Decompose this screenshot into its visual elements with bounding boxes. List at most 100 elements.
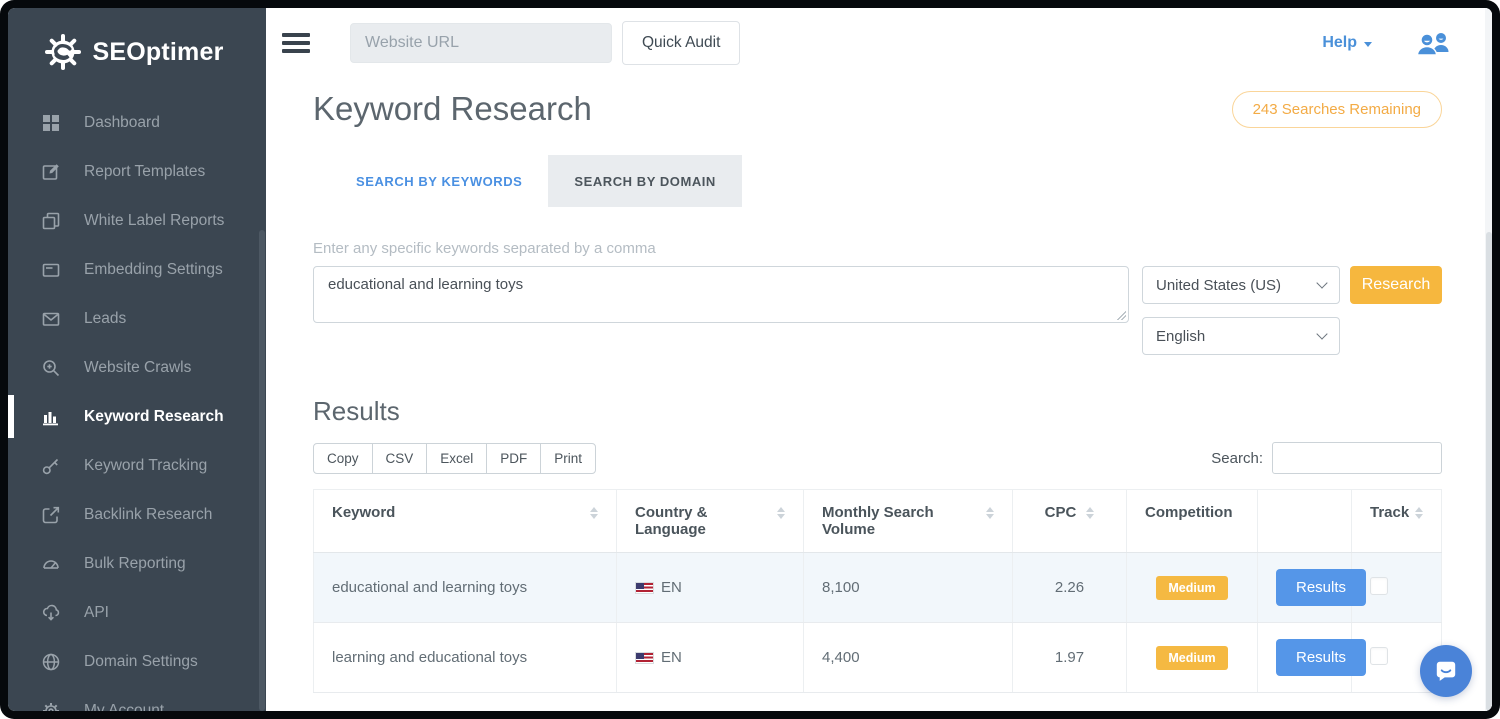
column-header-cpc[interactable]: CPC <box>1013 490 1127 553</box>
chevron-down-icon <box>1316 277 1327 288</box>
sidebar-item-bulk-reporting[interactable]: Bulk Reporting <box>8 539 258 588</box>
active-item-indicator <box>8 395 14 438</box>
tab-search-by-keywords[interactable]: SEARCH BY KEYWORDS <box>330 155 548 207</box>
table-search-input[interactable] <box>1272 442 1442 474</box>
export-buttons-group: Copy CSV Excel PDF Print <box>313 443 596 474</box>
help-dropdown[interactable]: Help <box>1322 34 1372 52</box>
sidebar-item-keyword-research[interactable]: Keyword Research <box>8 392 258 441</box>
browser-frame: SEOptimer Dashboard Report Templates <box>0 0 1500 719</box>
sidebar-menu: Dashboard Report Templates White Label R… <box>8 98 258 711</box>
sidebar-item-leads[interactable]: Leads <box>8 294 258 343</box>
sort-icon <box>1415 504 1423 521</box>
keywords-input[interactable]: educational and learning toys <box>313 266 1129 323</box>
table-row: educational and learning toys EN 8,100 2… <box>314 553 1442 623</box>
column-header-keyword[interactable]: Keyword <box>314 490 617 553</box>
key-icon <box>41 456 61 476</box>
sidebar-item-embedding-settings[interactable]: Embedding Settings <box>8 245 258 294</box>
competition-cell: Medium <box>1127 623 1258 693</box>
page-title: Keyword Research <box>313 90 592 128</box>
chat-bubble-icon <box>1433 658 1459 684</box>
sidebar-item-label: API <box>84 604 109 622</box>
chat-widget-button[interactable] <box>1420 645 1472 697</box>
chevron-down-icon <box>1364 42 1372 47</box>
sidebar-item-my-account[interactable]: My Account <box>8 686 258 711</box>
row-results-button[interactable]: Results <box>1276 639 1366 676</box>
competition-medium-badge: Medium <box>1156 646 1227 670</box>
sidebar-scrollbar-thumb[interactable] <box>259 230 265 711</box>
sidebar-item-website-crawls[interactable]: Website Crawls <box>8 343 258 392</box>
form-right-column: United States (US) Research English <box>1142 266 1442 355</box>
sidebar-item-label: Backlink Research <box>84 506 212 524</box>
language-code: EN <box>661 579 682 596</box>
topbar: Quick Audit Help <box>266 8 1492 78</box>
table-header-row: Keyword Country & Language Monthly Searc… <box>314 490 1442 553</box>
research-button[interactable]: Research <box>1350 266 1442 304</box>
language-select[interactable]: English <box>1142 317 1340 355</box>
sidebar-scrollbar[interactable] <box>258 8 266 711</box>
website-url-input[interactable] <box>350 23 612 63</box>
copy-pages-icon <box>41 211 61 231</box>
sort-icon <box>986 504 994 538</box>
column-header-competition[interactable]: Competition <box>1127 490 1258 553</box>
sidebar-item-dashboard[interactable]: Dashboard <box>8 98 258 147</box>
external-link-icon <box>41 505 61 525</box>
sidebar-item-label: Dashboard <box>84 114 160 132</box>
monthly-search-volume-cell: 4,400 <box>804 623 1013 693</box>
results-toolbar: Copy CSV Excel PDF Print Search: <box>313 442 1442 474</box>
support-users-icon[interactable] <box>1414 30 1454 57</box>
sidebar-item-label: My Account <box>84 702 164 712</box>
quick-audit-button[interactable]: Quick Audit <box>622 21 740 65</box>
results-heading: Results <box>313 396 1442 427</box>
sidebar-item-label: Website Crawls <box>84 359 191 377</box>
keyword-cell: educational and learning toys <box>314 553 617 623</box>
seoptimer-gear-logo-icon <box>43 32 83 72</box>
main-scrollbar-thumb[interactable] <box>1486 232 1492 711</box>
column-header-country-language[interactable]: Country & Language <box>617 490 804 553</box>
sidebar-item-report-templates[interactable]: Report Templates <box>8 147 258 196</box>
embed-card-icon <box>41 260 61 280</box>
sidebar-item-label: Keyword Research <box>84 408 224 426</box>
sidebar-item-domain-settings[interactable]: Domain Settings <box>8 637 258 686</box>
keyword-search-form: Enter any specific keywords separated by… <box>313 240 1442 355</box>
sidebar-item-label: Report Templates <box>84 163 205 181</box>
results-table: Keyword Country & Language Monthly Searc… <box>313 489 1442 693</box>
sidebar-item-label: Domain Settings <box>84 653 198 671</box>
help-label: Help <box>1322 34 1357 52</box>
app-window: SEOptimer Dashboard Report Templates <box>8 8 1492 711</box>
brand-name: SEOptimer <box>93 38 224 67</box>
magnifier-plus-icon <box>41 358 61 378</box>
track-checkbox[interactable] <box>1370 577 1388 595</box>
sidebar-item-api[interactable]: API <box>8 588 258 637</box>
tab-search-by-domain[interactable]: SEARCH BY DOMAIN <box>548 155 741 207</box>
sidebar-item-label: Embedding Settings <box>84 261 223 279</box>
brand-logo[interactable]: SEOptimer <box>8 8 258 80</box>
language-selected-value: English <box>1156 328 1205 345</box>
page-content: Keyword Research 243 Searches Remaining … <box>266 78 1492 711</box>
country-language-cell: EN <box>617 553 804 623</box>
pdf-button[interactable]: PDF <box>486 443 541 474</box>
column-header-track[interactable]: Track <box>1352 490 1442 553</box>
main-area: Quick Audit Help <box>266 8 1492 711</box>
track-checkbox[interactable] <box>1370 647 1388 665</box>
excel-button[interactable]: Excel <box>426 443 487 474</box>
cpc-cell: 2.26 <box>1013 553 1127 623</box>
column-header-actions <box>1258 490 1352 553</box>
csv-button[interactable]: CSV <box>372 443 428 474</box>
sidebar-item-keyword-tracking[interactable]: Keyword Tracking <box>8 441 258 490</box>
country-selected-value: United States (US) <box>1156 277 1281 294</box>
country-select[interactable]: United States (US) <box>1142 266 1340 304</box>
sidebar-item-label: White Label Reports <box>84 212 224 230</box>
page-header: Keyword Research 243 Searches Remaining <box>313 90 1442 128</box>
cpc-cell: 1.97 <box>1013 623 1127 693</box>
column-header-monthly-search-volume[interactable]: Monthly Search Volume <box>804 490 1013 553</box>
sidebar-item-white-label-reports[interactable]: White Label Reports <box>8 196 258 245</box>
sidebar-item-backlink-research[interactable]: Backlink Research <box>8 490 258 539</box>
hamburger-menu-icon[interactable] <box>282 29 310 58</box>
row-results-button[interactable]: Results <box>1276 569 1366 606</box>
copy-button[interactable]: Copy <box>313 443 373 474</box>
print-button[interactable]: Print <box>540 443 596 474</box>
main-scrollbar[interactable] <box>1485 8 1492 711</box>
country-language-cell: EN <box>617 623 804 693</box>
table-row: learning and educational toys EN 4,400 1… <box>314 623 1442 693</box>
us-flag-icon <box>635 652 654 664</box>
